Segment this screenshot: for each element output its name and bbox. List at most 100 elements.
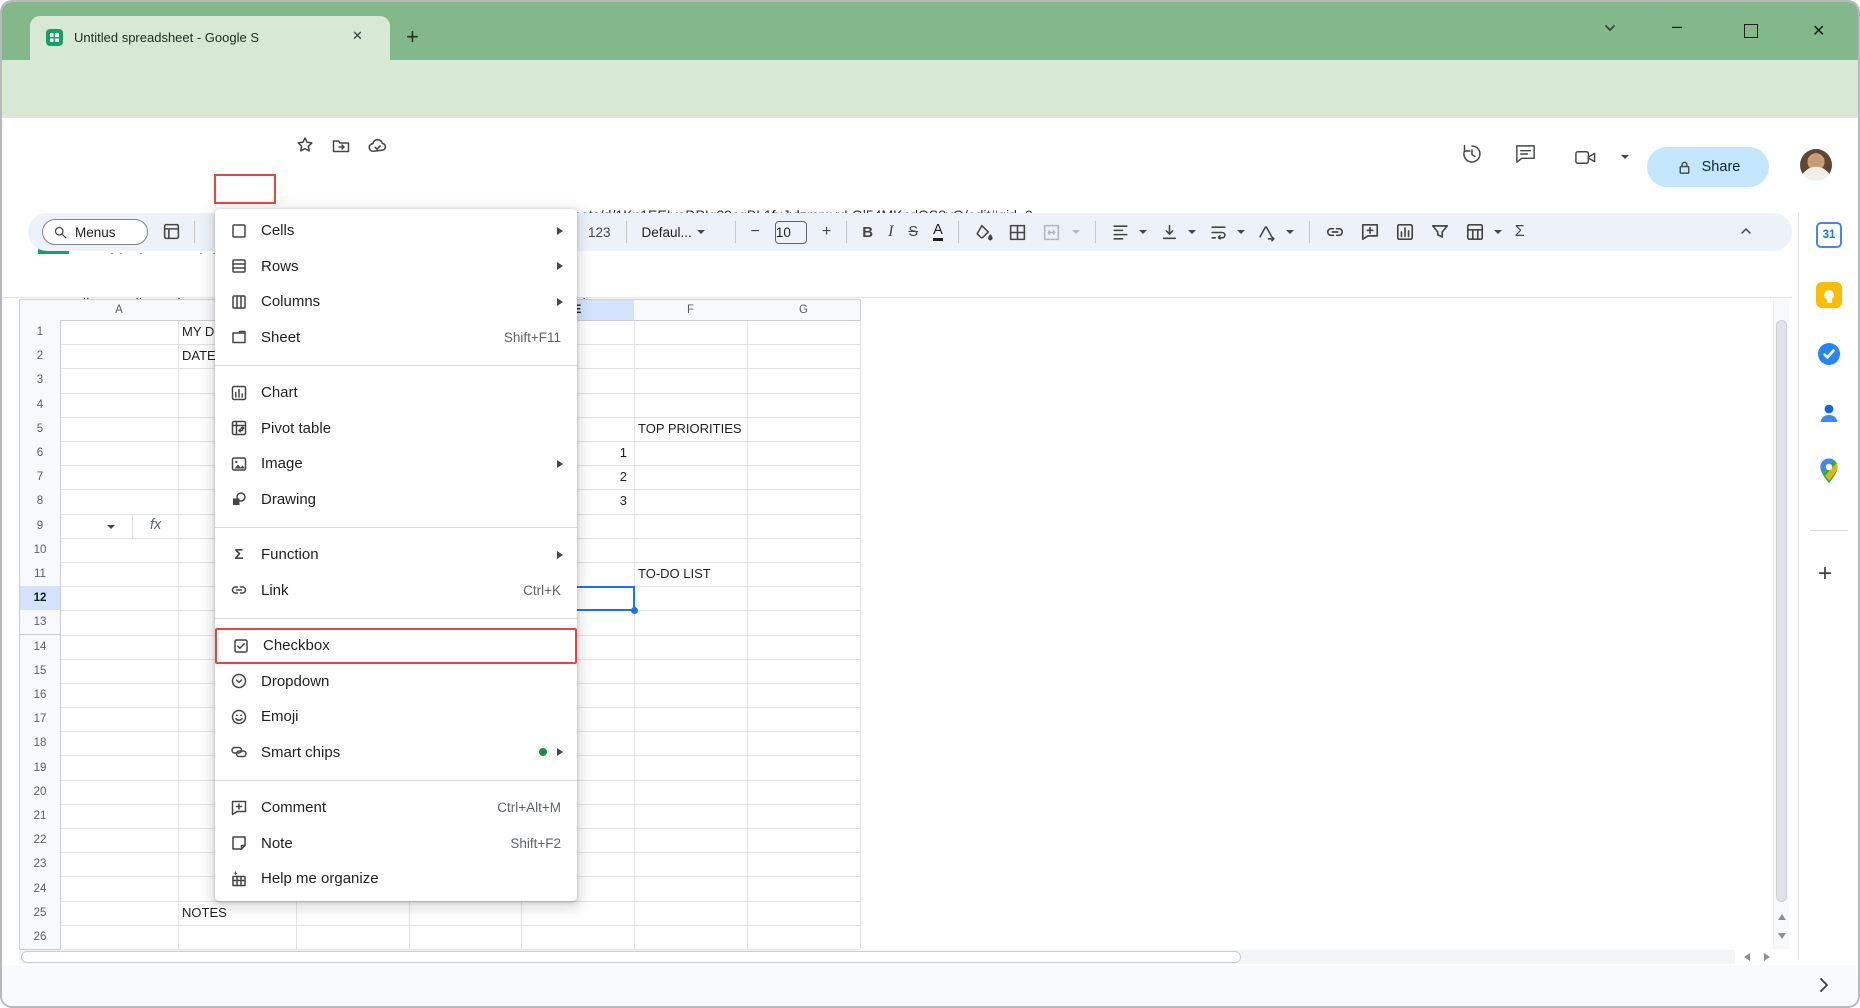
row-header-11[interactable]: 11	[19, 562, 61, 587]
menu-item-smart-chips[interactable]: Smart chips	[215, 735, 577, 771]
get-add-ons-button[interactable]: +	[1818, 560, 1832, 588]
bold-button[interactable]: B	[862, 224, 873, 241]
menu-item-note[interactable]: Note Shift+F2	[215, 826, 577, 862]
text-color-button[interactable]: A	[933, 223, 943, 241]
toolbar-search-menus[interactable]: Menus	[42, 219, 148, 245]
scroll-right-icon[interactable]	[1764, 953, 1770, 961]
insert-link-icon[interactable]	[1325, 222, 1345, 242]
menu-item-cells[interactable]: Cells	[215, 213, 577, 249]
google-contacts-icon[interactable]	[1816, 400, 1842, 426]
row-header-6[interactable]: 6	[19, 441, 61, 466]
text-rotation-icon[interactable]	[1258, 223, 1277, 242]
row-header-12[interactable]: 12	[19, 586, 61, 611]
row-header-14[interactable]: 14	[19, 635, 61, 660]
google-keep-icon[interactable]	[1816, 282, 1842, 308]
text-wrap-dropdown-icon[interactable]	[1237, 230, 1245, 234]
cell-F11[interactable]: TO-DO LIST	[638, 562, 711, 586]
scroll-down-icon[interactable]	[1778, 933, 1786, 939]
menu-item-image[interactable]: Image	[215, 446, 577, 482]
menu-item-drawing[interactable]: Drawing	[215, 482, 577, 518]
open-side-panel-icon[interactable]	[1814, 975, 1834, 1000]
menu-item-link[interactable]: Link Ctrl+K	[215, 573, 577, 609]
row-header-2[interactable]: 2	[19, 344, 61, 369]
menu-item-comment[interactable]: Comment Ctrl+Alt+M	[215, 790, 577, 826]
row-header-4[interactable]: 4	[19, 393, 61, 418]
google-calendar-icon[interactable]: 31	[1816, 222, 1842, 248]
horizontal-align-icon[interactable]	[1111, 223, 1130, 242]
vertical-scrollbar-thumb[interactable]	[1776, 320, 1787, 902]
menu-item-checkbox[interactable]: Checkbox	[215, 628, 577, 664]
menu-item-help-me-organize[interactable]: Help me organize	[215, 861, 577, 897]
collapse-toolbar-icon[interactable]	[1738, 223, 1754, 244]
italic-button[interactable]: I	[888, 223, 893, 241]
column-header-A[interactable]: A	[60, 299, 179, 321]
cell-B2[interactable]: DATE	[182, 344, 216, 368]
insert-comment-icon[interactable]	[1360, 222, 1380, 242]
menu-item-dropdown[interactable]: Dropdown	[215, 664, 577, 700]
cell-B1[interactable]: MY D	[182, 320, 214, 344]
menu-item-emoji[interactable]: Emoji	[215, 699, 577, 735]
fill-color-icon[interactable]	[974, 223, 993, 242]
row-header-17[interactable]: 17	[19, 707, 61, 732]
scroll-left-icon[interactable]	[1744, 953, 1750, 961]
google-tasks-icon[interactable]	[1816, 341, 1842, 367]
menu-item-pivot-table[interactable]: Pivot table	[215, 411, 577, 447]
cell-B25[interactable]: NOTES	[182, 901, 227, 925]
row-header-21[interactable]: 21	[19, 804, 61, 829]
font-size-input[interactable]: 10	[775, 221, 807, 244]
grid-corner[interactable]	[19, 299, 61, 321]
column-header-G[interactable]: G	[747, 299, 861, 321]
toolbar-divider	[1309, 221, 1310, 243]
increase-font-size-button[interactable]: +	[822, 223, 831, 241]
row-header-20[interactable]: 20	[19, 780, 61, 805]
scroll-up-icon[interactable]	[1778, 914, 1786, 920]
table-views-icon[interactable]	[1465, 222, 1485, 242]
functions-button[interactable]: Σ	[1515, 223, 1525, 241]
merge-dropdown-icon[interactable]	[1072, 230, 1080, 234]
merge-cells-icon[interactable]	[1042, 223, 1061, 242]
row-header-15[interactable]: 15	[19, 659, 61, 684]
horizontal-align-dropdown-icon[interactable]	[1139, 230, 1147, 234]
column-header-F[interactable]: F	[634, 299, 748, 321]
horizontal-scrollbar[interactable]	[19, 950, 1735, 964]
row-header-1[interactable]: 1	[19, 320, 61, 345]
vertical-align-icon[interactable]	[1160, 223, 1179, 242]
number-format-button[interactable]: 123	[588, 225, 611, 240]
vertical-align-dropdown-icon[interactable]	[1188, 230, 1196, 234]
row-header-5[interactable]: 5	[19, 417, 61, 442]
row-header-26[interactable]: 26	[19, 925, 61, 950]
row-header-18[interactable]: 18	[19, 731, 61, 756]
row-header-19[interactable]: 19	[19, 755, 61, 780]
decrease-font-size-button[interactable]: −	[751, 223, 760, 241]
filter-icon[interactable]	[1430, 222, 1450, 242]
menu-item-chart[interactable]: Chart	[215, 375, 577, 411]
row-header-24[interactable]: 24	[19, 876, 61, 901]
text-wrap-icon[interactable]	[1209, 223, 1228, 242]
row-header-10[interactable]: 10	[19, 538, 61, 563]
row-header-25[interactable]: 25	[19, 901, 61, 926]
row-header-22[interactable]: 22	[19, 828, 61, 853]
horizontal-scrollbar-thumb[interactable]	[21, 951, 1241, 963]
borders-icon[interactable]	[1008, 223, 1027, 242]
fill-handle[interactable]	[631, 607, 638, 614]
menu-item-rows[interactable]: Rows	[215, 249, 577, 285]
vertical-scrollbar[interactable]	[1773, 299, 1789, 949]
font-select[interactable]: Defaul...	[642, 225, 720, 240]
row-header-16[interactable]: 16	[19, 683, 61, 708]
cell-F5[interactable]: TOP PRIORITIES	[638, 417, 742, 441]
row-header-7[interactable]: 7	[19, 465, 61, 490]
row-header-13[interactable]: 13	[19, 610, 61, 635]
menu-item-columns[interactable]: Columns	[215, 284, 577, 320]
row-header-23[interactable]: 23	[19, 852, 61, 877]
strikethrough-button[interactable]: S	[908, 224, 918, 240]
google-maps-icon[interactable]	[1816, 457, 1842, 483]
row-header-8[interactable]: 8	[19, 489, 61, 514]
menu-item-function[interactable]: Σ Function	[215, 537, 577, 573]
table-views-dropdown-icon[interactable]	[1494, 230, 1502, 234]
menu-item-sheet[interactable]: Sheet Shift+F11	[215, 320, 577, 356]
text-rotation-dropdown-icon[interactable]	[1286, 230, 1294, 234]
row-header-9[interactable]: 9	[19, 514, 61, 539]
row-header-3[interactable]: 3	[19, 368, 61, 393]
insert-chart-icon[interactable]	[1395, 222, 1415, 242]
table-chart-icon[interactable]	[162, 222, 181, 246]
